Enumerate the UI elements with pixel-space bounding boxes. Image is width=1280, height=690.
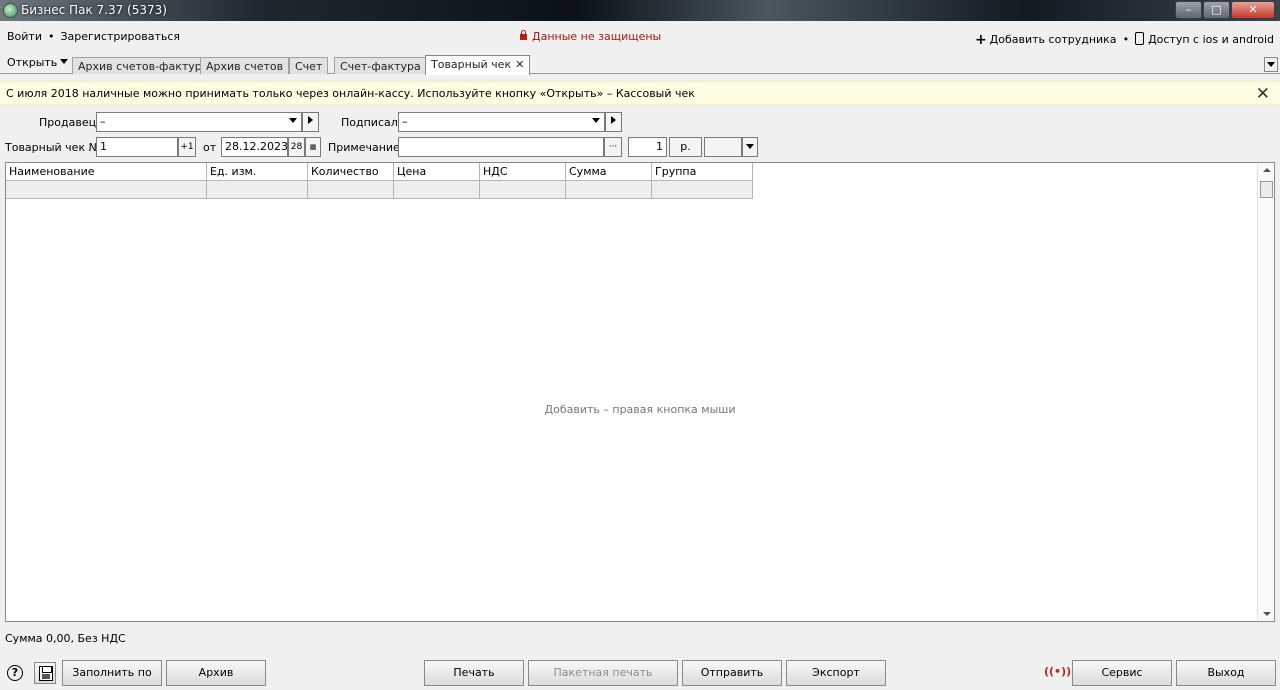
mobile-access-link[interactable]: Доступ с ios и android bbox=[1148, 33, 1274, 46]
table-cell[interactable] bbox=[566, 181, 652, 199]
broadcast-icon[interactable]: ((•)) bbox=[1044, 665, 1071, 678]
help-icon: ? bbox=[7, 665, 23, 681]
tab-bill[interactable]: Счет bbox=[289, 57, 329, 74]
signed-select[interactable]: – bbox=[398, 112, 605, 132]
date-input[interactable]: 28.12.2023 bbox=[221, 137, 288, 157]
dropdown-arrow-icon-2 bbox=[592, 118, 600, 123]
tab-sales-receipt[interactable]: Товарный чек ✕ bbox=[425, 55, 531, 75]
send-button[interactable]: Отправить bbox=[682, 660, 782, 686]
sum-status: Сумма 0,00, Без НДС bbox=[5, 632, 126, 645]
arrow-right-icon-2 bbox=[611, 116, 616, 124]
currency-dropdown-button[interactable] bbox=[742, 137, 758, 157]
floppy-disk-icon bbox=[39, 666, 53, 681]
chevron-down-icon bbox=[60, 59, 69, 64]
menu-separator: • bbox=[47, 30, 55, 43]
currency-select[interactable] bbox=[704, 137, 742, 157]
fill-by-button[interactable]: Заполнить по bbox=[62, 660, 162, 686]
tab-invoice-archive[interactable]: Архив счетов-фактур bbox=[72, 57, 208, 74]
col-unit-header[interactable]: Ед. изм. bbox=[207, 163, 308, 181]
seller-select[interactable]: – bbox=[96, 112, 302, 132]
minimize-button[interactable]: – bbox=[1175, 1, 1202, 19]
exit-button[interactable]: Выход bbox=[1176, 660, 1276, 686]
save-button[interactable] bbox=[34, 662, 56, 684]
signed-open-button[interactable] bbox=[605, 112, 622, 132]
banner-text: С июля 2018 наличные можно принимать тол… bbox=[6, 87, 695, 100]
col-price-header[interactable]: Цена bbox=[394, 163, 480, 181]
note-more-button[interactable]: ··· bbox=[604, 137, 622, 157]
quantity-input[interactable]: 1 bbox=[628, 137, 667, 157]
calendar-icon[interactable]: ▦ bbox=[305, 137, 321, 157]
phone-icon bbox=[1135, 32, 1145, 45]
tab-bar: Открыть Архив счетов-фактур Архив счетов… bbox=[0, 54, 1280, 75]
window-controls: – □ ✕ bbox=[1174, 1, 1275, 19]
col-group-header[interactable]: Группа bbox=[652, 163, 753, 181]
export-button[interactable]: Экспорт bbox=[786, 660, 886, 686]
table-cell[interactable] bbox=[480, 181, 566, 199]
today-button[interactable]: 28 bbox=[288, 137, 305, 157]
scroll-up-icon[interactable] bbox=[1263, 168, 1271, 172]
vertical-scrollbar[interactable] bbox=[1257, 163, 1274, 621]
app-logo-icon bbox=[3, 3, 18, 18]
print-button[interactable]: Печать bbox=[424, 660, 524, 686]
signed-value: – bbox=[402, 115, 408, 128]
note-label: Примечание bbox=[328, 141, 400, 154]
close-tab-icon[interactable]: ✕ bbox=[515, 58, 524, 71]
add-employee-link[interactable]: Добавить сотрудника bbox=[990, 33, 1117, 46]
date-from-label: от bbox=[203, 141, 217, 154]
seller-label: Продавец bbox=[39, 116, 97, 129]
table-row[interactable] bbox=[6, 181, 753, 199]
batch-print-button[interactable]: Пакетная печать bbox=[528, 660, 678, 686]
chevron-down-icon-2 bbox=[1267, 62, 1275, 67]
empty-grid-hint: Добавить – правая кнопка мыши bbox=[544, 403, 736, 416]
table-cell[interactable] bbox=[207, 181, 308, 199]
chevron-down-icon-3 bbox=[746, 144, 754, 149]
close-window-button[interactable]: ✕ bbox=[1231, 1, 1275, 19]
table-cell[interactable] bbox=[308, 181, 394, 199]
col-name-header[interactable]: Наименование bbox=[6, 163, 207, 181]
archive-button[interactable]: Архив bbox=[166, 660, 266, 686]
receipt-number-label: Товарный чек № bbox=[5, 141, 101, 154]
tab-sales-receipt-label: Товарный чек bbox=[431, 58, 512, 71]
seller-open-button[interactable] bbox=[302, 112, 319, 132]
col-quantity-header[interactable]: Количество bbox=[308, 163, 394, 181]
help-button[interactable]: ? bbox=[4, 662, 26, 684]
table-cell[interactable] bbox=[394, 181, 480, 199]
menu-separator-2: • bbox=[1122, 33, 1130, 46]
table-cell[interactable] bbox=[652, 181, 753, 199]
items-grid[interactable]: Наименование Ед. изм. Количество Цена НД… bbox=[5, 162, 1275, 622]
security-status-text: Данные не защищены bbox=[532, 30, 662, 43]
col-sum-header[interactable]: Сумма bbox=[566, 163, 652, 181]
receipt-number-input[interactable]: 1 bbox=[96, 137, 178, 157]
open-menu-button[interactable]: Открыть bbox=[7, 56, 69, 69]
currency-button[interactable]: р. bbox=[669, 137, 702, 157]
close-icon[interactable]: ✕ bbox=[1256, 84, 1270, 104]
grid-header: Наименование Ед. изм. Количество Цена НД… bbox=[6, 163, 753, 181]
info-banner: С июля 2018 наличные можно принимать тол… bbox=[0, 81, 1280, 105]
top-menu: Войти • Зарегистрироваться Данные не защищ… bbox=[0, 26, 1280, 48]
note-input[interactable] bbox=[398, 137, 604, 157]
arrow-right-icon bbox=[308, 116, 313, 124]
seller-value: – bbox=[100, 115, 106, 128]
title-bar: Бизнес Пак 7.37 (5373) – □ ✕ bbox=[0, 0, 1280, 21]
tabs-dropdown-button[interactable] bbox=[1264, 57, 1278, 72]
col-vat-header[interactable]: НДС bbox=[480, 163, 566, 181]
window-title: Бизнес Пак 7.37 (5373) bbox=[21, 3, 167, 17]
register-link[interactable]: Зарегистрироваться bbox=[60, 30, 180, 43]
tab-invoice[interactable]: Счет-фактура bbox=[334, 57, 427, 74]
scroll-thumb[interactable] bbox=[1260, 181, 1273, 198]
scroll-down-icon[interactable] bbox=[1263, 612, 1271, 616]
dropdown-arrow-icon bbox=[289, 118, 297, 123]
lock-icon bbox=[520, 30, 527, 40]
login-link[interactable]: Войти bbox=[7, 30, 42, 43]
table-cell[interactable] bbox=[6, 181, 207, 199]
tab-bill-archive[interactable]: Архив счетов bbox=[200, 57, 290, 74]
security-status[interactable]: Данные не защищены bbox=[520, 30, 661, 43]
open-menu-label: Открыть bbox=[7, 56, 58, 69]
signed-label: Подписал bbox=[341, 116, 398, 129]
increment-button[interactable]: +1 bbox=[178, 137, 196, 157]
service-button[interactable]: Сервис bbox=[1072, 660, 1172, 686]
plus-icon: + bbox=[974, 32, 987, 48]
maximize-button[interactable]: □ bbox=[1203, 1, 1230, 19]
